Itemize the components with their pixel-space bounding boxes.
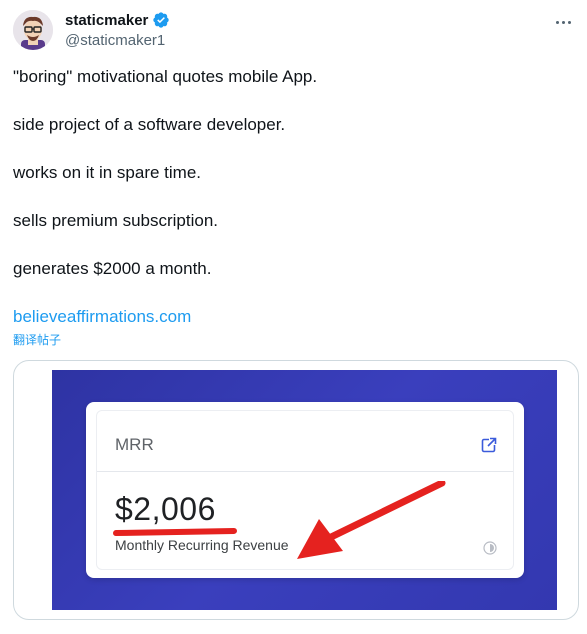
tweet-line: generates $2000 a month. [13, 259, 212, 278]
name-row: staticmaker [65, 11, 170, 29]
tweet-header: staticmaker @staticmaker1 [13, 10, 575, 54]
media-attachment[interactable]: MRR $2,006 Monthly Recurring Revenue [13, 360, 579, 620]
mrr-card: MRR $2,006 Monthly Recurring Revenue [86, 402, 524, 578]
media-image: MRR $2,006 Monthly Recurring Revenue [52, 370, 557, 610]
tweet-link[interactable]: believeaffirmations.com [13, 306, 191, 328]
tweet-line: works on it in spare time. [13, 163, 202, 182]
verified-badge-icon[interactable] [152, 11, 170, 29]
info-icon [483, 541, 497, 555]
card-divider [97, 471, 513, 472]
card-title: MRR [115, 435, 154, 454]
mrr-amount: $2,006 [115, 491, 216, 527]
more-dot [567, 20, 571, 24]
more-dot [555, 20, 559, 24]
avatar[interactable] [13, 10, 53, 50]
avatar-illustration [13, 10, 53, 50]
external-link-icon [481, 437, 497, 453]
tweet-text: "boring" motivational quotes mobile App.… [13, 66, 573, 328]
tweet-line: "boring" motivational quotes mobile App. [13, 67, 318, 86]
display-name[interactable]: staticmaker [65, 12, 148, 29]
tweet-line: side project of a software developer. [13, 115, 286, 134]
red-arrow-annotation [297, 481, 446, 559]
mrr-subtitle: Monthly Recurring Revenue [115, 537, 289, 553]
more-dot [561, 20, 565, 24]
red-underline-annotation [112, 527, 238, 537]
user-handle[interactable]: @staticmaker1 [65, 32, 165, 49]
translate-post-link[interactable]: 翻译帖子 [13, 331, 61, 348]
more-options-icon[interactable] [553, 14, 573, 30]
tweet-line: sells premium subscription. [13, 211, 219, 230]
mrr-card-inner: MRR $2,006 Monthly Recurring Revenue [96, 410, 514, 570]
